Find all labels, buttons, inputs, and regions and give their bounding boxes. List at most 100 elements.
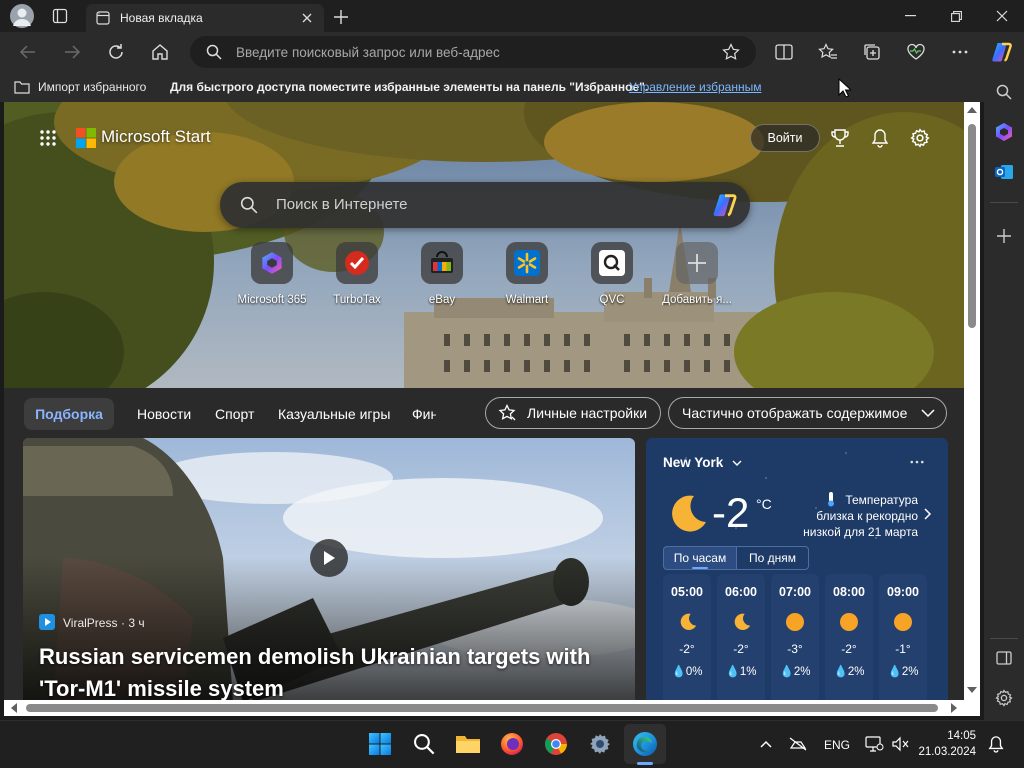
play-video-button[interactable]	[310, 539, 348, 577]
tab-label: Казуальные игры	[278, 406, 391, 422]
hourly-forecast-item[interactable]: 05:00 -2° 💧0%	[663, 574, 711, 702]
hourly-forecast-item[interactable]: 09:00 -1° 💧2%	[879, 574, 927, 702]
notification-center-icon[interactable]	[982, 728, 1010, 760]
raindrop-icon: 💧	[887, 666, 902, 678]
back-icon[interactable]	[16, 40, 40, 64]
forward-icon[interactable]	[60, 40, 84, 64]
new-tab-icon[interactable]	[330, 6, 352, 28]
content-visibility-dropdown[interactable]: Частично отображать содержимое	[668, 397, 947, 429]
shortcut-add-site[interactable]: Добавить я...	[662, 242, 732, 306]
show-hidden-icons-chevron[interactable]	[752, 728, 780, 760]
hour-precip: 💧0%	[671, 666, 703, 678]
scroll-left-arrow-icon[interactable]	[10, 703, 18, 713]
address-bar[interactable]: Введите поисковый запрос или веб-адрес	[190, 36, 756, 68]
horizontal-scroll-thumb[interactable]	[26, 704, 938, 712]
profile-avatar[interactable]	[10, 4, 34, 28]
shortcut-label: QVC	[599, 294, 625, 306]
settings-app-icon[interactable]	[584, 728, 616, 760]
article-title[interactable]: Russian servicemen demolish Ukrainian ta…	[39, 641, 629, 702]
refresh-icon[interactable]	[104, 40, 128, 64]
sidebar-microsoft-365-icon[interactable]	[992, 120, 1016, 144]
taskbar-search-icon[interactable]	[408, 728, 440, 760]
personalize-button[interactable]: Личные настройки	[485, 397, 661, 429]
browser-toolbar: Введите поисковый запрос или веб-адрес	[0, 32, 1024, 72]
shortcut-ebay[interactable]: eBay	[407, 242, 477, 306]
taskbar-clock[interactable]: 14:05 21.03.2024	[916, 728, 976, 760]
close-window-icon[interactable]	[988, 6, 1016, 26]
vertical-scroll-thumb[interactable]	[968, 124, 976, 328]
firefox-icon[interactable]	[496, 728, 528, 760]
apps-launcher-icon[interactable]	[36, 126, 60, 150]
manage-favorites-link[interactable]: Управление избранным	[629, 80, 761, 94]
search-copilot-icon[interactable]	[710, 191, 740, 219]
tab-news[interactable]: Новости	[137, 398, 191, 430]
tab-daily[interactable]: По дням	[737, 546, 809, 570]
sidebar-search-icon[interactable]	[992, 80, 1016, 104]
sidebar-hide-icon[interactable]	[992, 646, 1016, 670]
shortcut-walmart[interactable]: Walmart	[492, 242, 562, 306]
restore-icon[interactable]	[942, 6, 970, 26]
hourly-forecast-item[interactable]: 06:00 -2° 💧1%	[717, 574, 765, 702]
web-search-icon	[240, 196, 258, 214]
shortcut-turbotax[interactable]: TurboTax	[322, 242, 392, 306]
tab-picks[interactable]: Подборка	[24, 398, 114, 430]
sidebar-add-icon[interactable]	[992, 224, 1016, 248]
ebay-icon	[429, 251, 455, 275]
more-options-icon[interactable]	[948, 40, 972, 64]
hourly-forecast-item[interactable]: 07:00 -3° 💧2%	[771, 574, 819, 702]
tab-finance[interactable]: Фин	[412, 398, 436, 430]
weather-alert[interactable]: Температура близка к рекордно низкой для…	[796, 492, 918, 540]
brand-title[interactable]: Microsoft Start	[101, 127, 211, 147]
import-favorites-icon	[14, 79, 30, 95]
featured-article-card[interactable]: ViralPress · 3 ч Russian servicemen demo…	[23, 438, 635, 702]
notifications-bell-icon[interactable]	[868, 126, 892, 150]
signin-button[interactable]: Войти	[750, 124, 820, 152]
input-language-indicator[interactable]: ENG	[824, 738, 850, 752]
edge-browser-icon[interactable]	[629, 728, 661, 760]
temperature-unit: °C	[756, 496, 772, 512]
import-favorites-button[interactable]: Импорт избранного	[38, 80, 146, 94]
weather-location[interactable]: New York	[663, 455, 723, 470]
sidebar-settings-icon[interactable]	[992, 686, 1016, 710]
tab-label: Новости	[137, 406, 192, 422]
split-screen-icon[interactable]	[772, 40, 796, 64]
favorites-icon[interactable]	[816, 40, 840, 64]
scroll-right-arrow-icon[interactable]	[950, 703, 958, 713]
tab-sports[interactable]: Спорт	[215, 398, 254, 430]
weather-more-icon[interactable]	[910, 460, 924, 464]
shortcut-qvc[interactable]: QVC	[577, 242, 647, 306]
rewards-trophy-icon[interactable]	[828, 126, 852, 150]
tab-new-tab[interactable]: Новая вкладка	[86, 4, 324, 32]
address-placeholder: Введите поисковый запрос или веб-адрес	[236, 45, 500, 60]
browser-essentials-icon[interactable]	[904, 40, 928, 64]
monitor-status-icon[interactable]	[860, 728, 888, 760]
tab-casual-games[interactable]: Казуальные игры	[278, 398, 390, 430]
hourly-forecast-item[interactable]: 08:00 -2° 💧2%	[825, 574, 873, 702]
volume-muted-icon[interactable]	[886, 728, 914, 760]
close-tab-icon[interactable]	[298, 9, 316, 27]
tab-actions-icon[interactable]	[50, 6, 70, 26]
home-icon[interactable]	[148, 40, 172, 64]
tab-title: Новая вкладка	[120, 11, 203, 25]
minimize-icon[interactable]	[896, 6, 924, 26]
shortcut-microsoft-365[interactable]: Microsoft 365	[237, 242, 307, 306]
file-explorer-icon[interactable]	[452, 728, 484, 760]
page-settings-gear-icon[interactable]	[908, 126, 932, 150]
copilot-icon[interactable]	[988, 38, 1016, 66]
tab-hourly[interactable]: По часам	[663, 546, 737, 570]
location-chevron-down-icon[interactable]	[732, 460, 742, 467]
windows-start-icon[interactable]	[364, 728, 396, 760]
new-tab-page-icon	[96, 11, 110, 25]
microsoft-logo-icon	[76, 128, 96, 148]
collections-icon[interactable]	[860, 40, 884, 64]
favorite-star-icon[interactable]	[722, 43, 740, 61]
web-search-box[interactable]: Поиск в Интернете	[220, 182, 750, 228]
sidebar-outlook-icon[interactable]	[992, 160, 1016, 184]
chrome-icon[interactable]	[540, 728, 572, 760]
scroll-up-arrow-icon[interactable]	[967, 106, 977, 114]
network-disconnected-icon[interactable]	[784, 728, 812, 760]
chevron-right-icon[interactable]	[924, 508, 932, 520]
horizontal-scrollbar[interactable]	[4, 700, 966, 716]
scroll-down-arrow-icon[interactable]	[967, 686, 977, 694]
vertical-scrollbar[interactable]	[964, 102, 980, 700]
